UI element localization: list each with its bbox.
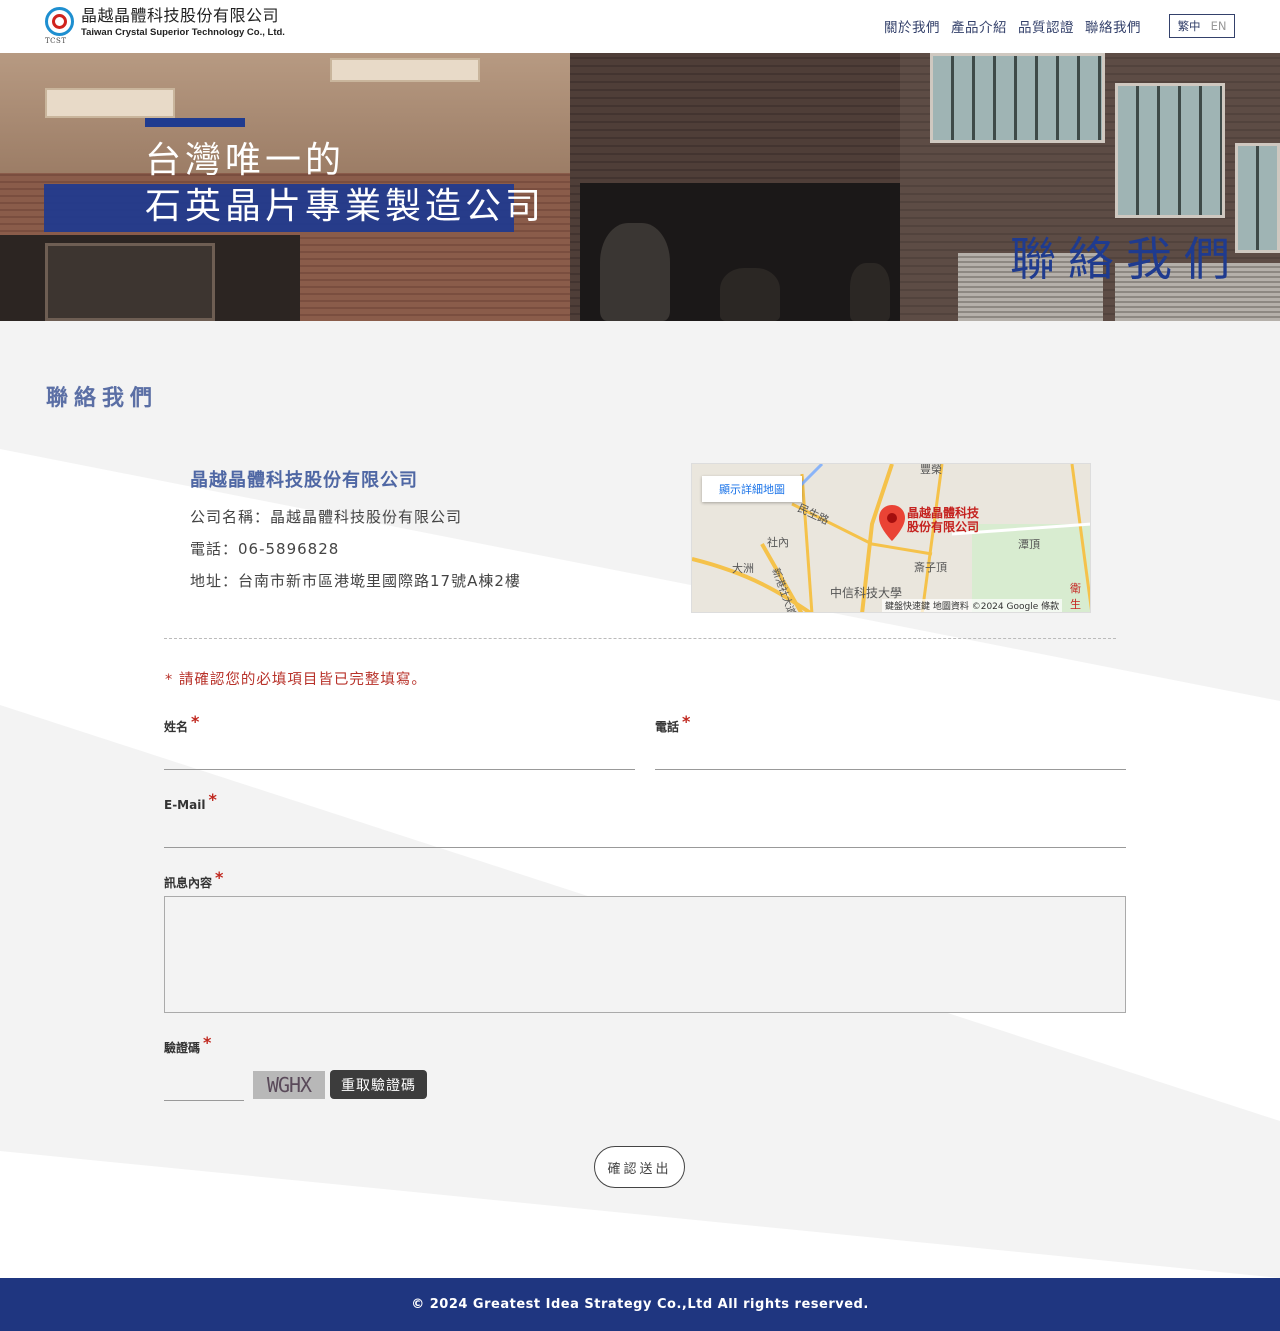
section-divider xyxy=(164,638,1116,639)
banner-page-label: 聯絡我們 xyxy=(1010,232,1242,286)
nav-quality[interactable]: 品質認證 xyxy=(1018,16,1074,36)
logo-company-name-cn: 晶越晶體科技股份有限公司 xyxy=(81,6,280,25)
phone-label: 電話 * xyxy=(655,712,691,734)
company-address-line: 地址：台南市新市區港墘里國際路17號A棟2樓 xyxy=(190,572,521,590)
copyright-text: © 2024 Greatest Idea Strategy Co.,Ltd Al… xyxy=(411,1297,869,1312)
map-label: 豐榮 xyxy=(920,463,942,476)
map-label: 潭頂 xyxy=(1018,538,1040,551)
company-phone-line: 電話：06-5896828 xyxy=(190,540,340,558)
hero-headline-line2: 石英晶片專業製造公司 xyxy=(145,186,546,227)
main-nav: 關於我們 產品介紹 品質認證 聯絡我們 xyxy=(884,16,1152,36)
map-label: 大洲 xyxy=(732,562,754,575)
google-map[interactable]: 顯示詳細地圖 豐榮 民生路 社內 大洲 新港社大道 潭頂 斎子頂 中信科技大學 … xyxy=(691,463,1091,613)
lang-en-link[interactable]: EN xyxy=(1211,19,1227,33)
map-view-larger-button[interactable]: 顯示詳細地圖 xyxy=(702,476,802,502)
nav-products[interactable]: 產品介紹 xyxy=(951,16,1007,36)
name-label: 姓名 * xyxy=(164,712,200,734)
map-footer: 鍵盤快速鍵 地圖資料 ©2024 Google 條款 xyxy=(882,599,1063,612)
banner-photo-door xyxy=(45,243,215,321)
map-label: 斎子頂 xyxy=(914,561,947,574)
required-note: * 請確認您的必填項目皆已完整填寫。 xyxy=(165,672,427,688)
nav-contact[interactable]: 聯絡我們 xyxy=(1085,16,1141,36)
captcha-image: WGHX xyxy=(253,1071,325,1099)
language-switcher: 繁中 EN xyxy=(1169,14,1235,38)
hero-accent-bar xyxy=(145,118,245,127)
required-star: * xyxy=(203,1033,212,1052)
site-footer: © 2024 Greatest Idea Strategy Co.,Ltd Al… xyxy=(0,1278,1280,1331)
required-star: * xyxy=(682,712,691,731)
email-input[interactable] xyxy=(164,818,1126,848)
refresh-captcha-button[interactable]: 重取驗證碼 xyxy=(330,1070,427,1099)
nav-about[interactable]: 關於我們 xyxy=(884,16,940,36)
captcha-label: 驗證碼 * xyxy=(164,1033,212,1055)
map-poi-label: 晶越晶體科技 股份有限公司 xyxy=(907,506,980,534)
map-pin-icon xyxy=(879,505,905,541)
banner-photo-garage xyxy=(580,183,900,321)
hero-headline-line1: 台灣唯一的 xyxy=(145,140,346,181)
site-header: TCST 晶越晶體科技股份有限公司 Taiwan Crystal Superio… xyxy=(0,0,1280,53)
required-star: * xyxy=(215,868,224,887)
required-star: * xyxy=(208,790,217,809)
site-logo[interactable]: TCST 晶越晶體科技股份有限公司 Taiwan Crystal Superio… xyxy=(44,6,285,46)
name-input[interactable] xyxy=(164,740,635,770)
email-label: E-Mail * xyxy=(164,790,217,812)
logo-company-name-en: Taiwan Crystal Superior Technology Co., … xyxy=(81,27,285,38)
company-name-heading: 晶越晶體科技股份有限公司 xyxy=(190,470,418,491)
logo-icon: TCST xyxy=(44,6,76,46)
logo-mark-text: TCST xyxy=(45,37,67,45)
message-textarea[interactable] xyxy=(164,896,1126,1013)
captcha-input[interactable] xyxy=(164,1071,244,1101)
required-star: * xyxy=(191,712,200,731)
map-label: 社內 xyxy=(767,536,789,549)
map-label: 衛生 xyxy=(1070,582,1081,611)
message-label: 訊息內容 * xyxy=(164,868,224,890)
lang-zh-link[interactable]: 繁中 xyxy=(1178,18,1201,34)
phone-input[interactable] xyxy=(655,740,1126,770)
submit-button[interactable]: 確認送出 xyxy=(594,1146,685,1188)
company-name-line: 公司名稱：晶越晶體科技股份有限公司 xyxy=(190,508,463,526)
section-title: 聯絡我們 xyxy=(46,386,159,411)
